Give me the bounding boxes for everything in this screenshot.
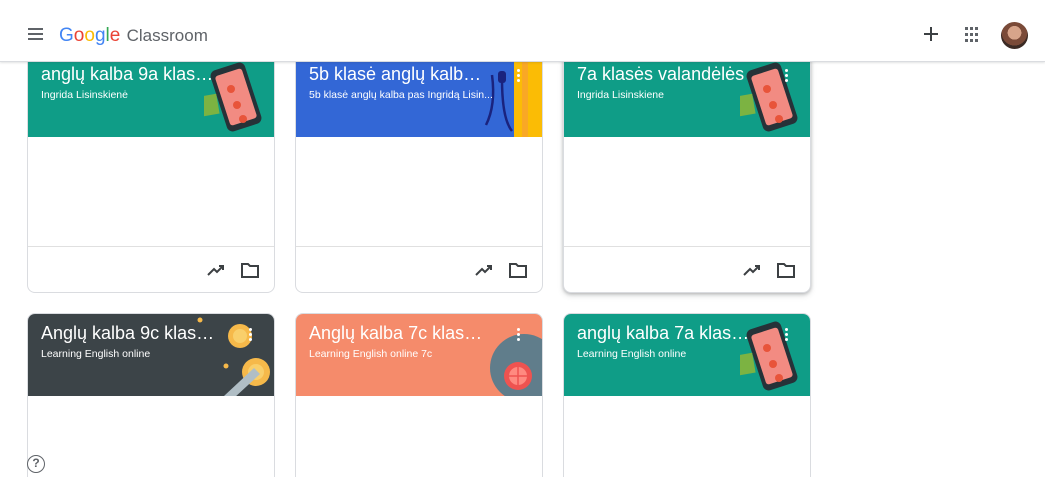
folder-icon[interactable]	[240, 261, 260, 279]
card-footer	[28, 246, 274, 292]
class-title[interactable]: 7a klasės valandėlės	[577, 63, 757, 85]
logo-letter: G	[59, 25, 74, 46]
more-options-icon[interactable]	[516, 69, 522, 85]
class-card: 7a klasės valandėlės Ingrida Lisinskiene	[563, 54, 811, 293]
class-card-banner[interactable]: anglų kalba 9a klasei ... Ingrida Lisins…	[28, 55, 274, 137]
class-title[interactable]: 5b klasė anglų kalba ...	[309, 63, 489, 85]
trending-up-icon[interactable]	[474, 261, 494, 279]
class-card-banner[interactable]: Anglų kalba 7c klasei ... Learning Engli…	[296, 314, 542, 396]
class-subtitle[interactable]: Ingrida Lisinskienė	[41, 89, 226, 102]
more-options-icon[interactable]	[784, 328, 790, 344]
more-options-icon[interactable]	[248, 328, 254, 344]
logo-letter: o	[84, 25, 95, 46]
more-options-icon[interactable]	[516, 328, 522, 344]
class-card: Anglų kalba 7c klasei ... Learning Engli…	[295, 313, 543, 477]
card-footer	[296, 246, 542, 292]
class-card-banner[interactable]: Anglų kalba 9c klasei ... Learning Engli…	[28, 314, 274, 396]
more-options-icon[interactable]	[784, 69, 790, 85]
class-card-banner[interactable]: 7a klasės valandėlės Ingrida Lisinskiene	[564, 55, 810, 137]
avatar[interactable]	[1001, 22, 1028, 49]
hamburger-menu-icon[interactable]	[22, 20, 50, 48]
folder-icon[interactable]	[776, 261, 796, 279]
class-card-banner[interactable]: 5b klasė anglų kalba ... 5b klasė anglų …	[296, 55, 542, 137]
class-title[interactable]: anglų kalba 9a klasei ...	[41, 63, 221, 85]
trending-up-icon[interactable]	[206, 261, 226, 279]
trending-up-icon[interactable]	[742, 261, 762, 279]
class-title[interactable]: anglų kalba 7a klasė ...	[577, 322, 757, 344]
top-app-bar: Google Classroom	[0, 0, 1045, 62]
class-card: anglų kalba 9a klasei ... Ingrida Lisins…	[27, 54, 275, 293]
class-title[interactable]: Anglų kalba 7c klasei ...	[309, 322, 489, 344]
logo-letter: g	[94, 25, 106, 46]
class-card: Anglų kalba 9c klasei ... Learning Engli…	[27, 313, 275, 477]
product-name: Classroom	[126, 26, 208, 45]
class-card: anglų kalba 7a klasė ... Learning Englis…	[563, 313, 811, 477]
plus-icon[interactable]	[919, 22, 943, 46]
grid-apps-icon[interactable]	[965, 27, 981, 43]
class-subtitle[interactable]: Learning English online	[577, 348, 762, 361]
class-card: 5b klasė anglų kalba ... 5b klasė anglų …	[295, 54, 543, 293]
classroom-logo[interactable]: Google Classroom	[59, 25, 208, 47]
class-subtitle[interactable]: Ingrida Lisinskiene	[577, 89, 762, 102]
class-subtitle[interactable]: Learning English online 7c	[309, 348, 494, 361]
logo-letter: e	[109, 25, 121, 46]
folder-icon[interactable]	[508, 261, 528, 279]
help-icon[interactable]: ?	[27, 455, 45, 473]
class-subtitle[interactable]: 5b klasė anglų kalba pas Ingridą Lisin..…	[309, 89, 494, 102]
classroom-app: Google Classroom anglų kalba 9a klasei .…	[0, 0, 1045, 477]
class-card-banner[interactable]: anglų kalba 7a klasė ... Learning Englis…	[564, 314, 810, 396]
class-title[interactable]: Anglų kalba 9c klasei ...	[41, 322, 221, 344]
class-subtitle[interactable]: Learning English online	[41, 348, 226, 361]
card-footer	[564, 246, 810, 292]
logo-letter: o	[73, 25, 85, 46]
